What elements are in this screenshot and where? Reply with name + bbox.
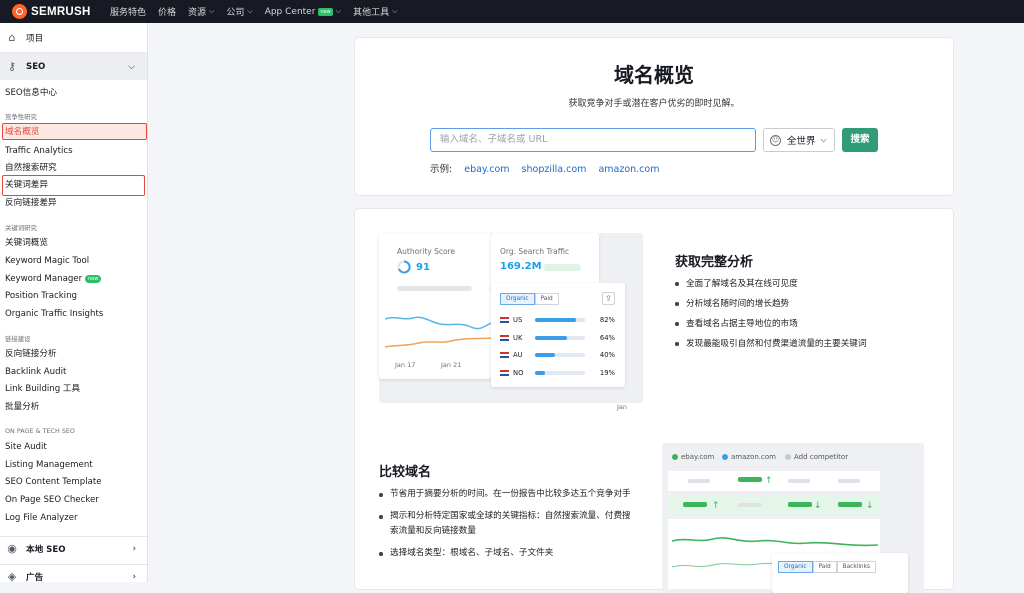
examples-row: 示例: ebay.com shopzilla.com amazon.com bbox=[430, 161, 659, 175]
key-icon: ⚷ bbox=[7, 59, 17, 73]
sidebar-item-listing-management[interactable]: Listing Management bbox=[0, 457, 147, 474]
chevron-right-icon: › bbox=[132, 571, 136, 582]
sidebar-item-domain-overview[interactable]: 域名概览 bbox=[2, 123, 147, 140]
country-row: AU 40% bbox=[500, 350, 618, 360]
sidebar-section-label: 关键词研究 bbox=[5, 224, 37, 232]
new-badge: new bbox=[85, 274, 102, 283]
megaphone-icon: ◈ bbox=[7, 569, 17, 582]
sidebar-item-backlink-gap[interactable]: 反向链接差异 bbox=[0, 195, 147, 212]
chevron-down-icon: ⌵ bbox=[392, 7, 398, 15]
sidebar-section-local-seo[interactable]: ◉ 本地 SEO › bbox=[0, 536, 147, 560]
sidebar-item-projects[interactable]: ⌂ 项目 bbox=[0, 23, 147, 53]
sidebar-item-log-file-analyzer[interactable]: Log File Analyzer bbox=[0, 510, 147, 527]
nav-item-app-center[interactable]: App Center new ⌵ bbox=[265, 7, 341, 17]
new-badge: new bbox=[318, 7, 333, 16]
sidebar-section-label: 竞争性研究 bbox=[5, 113, 37, 121]
search-button[interactable]: 搜索 bbox=[842, 128, 878, 152]
chevron-right-icon: › bbox=[132, 543, 136, 554]
sidebar-item-organic-traffic-insights[interactable]: Organic Traffic Insights bbox=[0, 306, 147, 323]
sidebar-item-keyword-magic-tool[interactable]: Keyword Magic Tool bbox=[0, 253, 147, 270]
region-select[interactable]: ☺ 全世界 ⌵ bbox=[763, 128, 835, 152]
legend-dot bbox=[785, 454, 791, 460]
country-row: NO 19% bbox=[500, 368, 618, 378]
export-icon[interactable]: ⇪ bbox=[602, 292, 615, 305]
nav-item-company[interactable]: 公司 ⌵ bbox=[226, 5, 252, 18]
sidebar-item-keyword-overview[interactable]: 关键词概览 bbox=[0, 235, 147, 252]
svg-text:↓: ↓ bbox=[814, 501, 822, 511]
example-link[interactable]: amazon.com bbox=[598, 164, 659, 175]
domain-search-input[interactable]: 输入域名、子域名或 URL bbox=[430, 128, 756, 152]
sidebar-section-label: ON PAGE & TECH SEO bbox=[5, 427, 75, 435]
legend-dot bbox=[722, 454, 728, 460]
svg-text:↑: ↑ bbox=[765, 476, 773, 486]
example-link[interactable]: shopzilla.com bbox=[522, 164, 587, 175]
sidebar-item-link-building[interactable]: Link Building 工具 bbox=[0, 381, 147, 398]
country-row: US 82% bbox=[500, 315, 618, 325]
svg-text:↑: ↑ bbox=[712, 501, 720, 511]
nav-item-resources[interactable]: 资源 ⌵ bbox=[188, 5, 214, 18]
sidebar-section-label: 链接建设 bbox=[5, 335, 31, 343]
sidebar-item-traffic-analytics[interactable]: Traffic Analytics bbox=[0, 143, 147, 160]
nav-item-pricing[interactable]: 价格 bbox=[158, 5, 176, 18]
nav-item-other-tools[interactable]: 其他工具 ⌵ bbox=[353, 5, 397, 18]
examples-label: 示例: bbox=[430, 164, 453, 175]
feature-bullet-list: 节省用于摘要分析的时间。在一份报告中比较多达五个竞争对手 揭示和分析特定国家或全… bbox=[379, 487, 637, 568]
sidebar-section-seo[interactable]: ⚷ SEO ⌵ bbox=[0, 53, 147, 80]
semrush-logo[interactable]: SEMRUSH bbox=[12, 4, 110, 19]
chevron-down-icon: ⌵ bbox=[128, 61, 135, 72]
sidebar-item-position-tracking[interactable]: Position Tracking bbox=[0, 288, 147, 305]
location-pin-icon: ◉ bbox=[7, 541, 17, 555]
sidebar-section-ads[interactable]: ◈ 广告 › bbox=[0, 564, 147, 582]
chevron-down-icon: ⌵ bbox=[209, 7, 215, 15]
features-card: Authority Score 91 Jan 17 Jan 21 Org. Se… bbox=[355, 209, 953, 593]
feature-heading-analysis: 获取完整分析 bbox=[675, 255, 754, 270]
tab-paid[interactable]: Paid bbox=[812, 561, 837, 573]
country-row: UK 64% bbox=[500, 333, 618, 343]
sidebar-item-backlink-audit[interactable]: Backlink Audit bbox=[0, 364, 147, 381]
feature-heading-compare: 比较域名 bbox=[379, 465, 432, 480]
tab-organic[interactable]: Organic bbox=[500, 293, 535, 305]
authority-panel: Authority Score 91 Jan 17 Jan 21 bbox=[379, 233, 498, 379]
globe-icon: ☺ bbox=[770, 134, 781, 146]
sidebar-item-seo-hub[interactable]: SEO信息中心 bbox=[0, 85, 147, 102]
domain-analysis-illustration: Authority Score 91 Jan 17 Jan 21 Org. Se… bbox=[379, 233, 643, 411]
sidebar-item-backlink-analytics[interactable]: 反向链接分析 bbox=[0, 346, 147, 363]
top-navigation: SEMRUSH 服务特色 价格 资源 ⌵ 公司 ⌵ App Center new ⌵ 其… bbox=[0, 0, 1024, 23]
feature-bullet-list: 全面了解域名及其在线可见度 分析域名随时间的增长趋势 查看域名占据主导地位的市场… bbox=[675, 274, 866, 354]
home-icon: ⌂ bbox=[8, 30, 16, 44]
page-subtitle: 获取竞争对手或潜在客户优劣的即时见解。 bbox=[568, 99, 740, 109]
sidebar-item-on-page-seo-checker[interactable]: On Page SEO Checker bbox=[0, 492, 147, 509]
compare-domains-illustration: ebay.com amazon.com Add competitor ↑ ↑ ↓ ↓… bbox=[662, 443, 924, 593]
authority-ring-icon bbox=[397, 260, 411, 274]
tab-backlinks[interactable]: Backlinks bbox=[836, 561, 876, 573]
tab-paid[interactable]: Paid bbox=[534, 293, 559, 305]
compare-tabs-panel: Organic Paid Backlinks bbox=[772, 553, 908, 593]
chevron-down-icon: ⌵ bbox=[335, 7, 342, 15]
tab-organic[interactable]: Organic bbox=[778, 561, 813, 573]
chevron-down-icon: ⌵ bbox=[820, 135, 827, 144]
nav-item-features[interactable]: 服务特色 bbox=[110, 5, 146, 18]
svg-text:↓: ↓ bbox=[866, 501, 874, 511]
sidebar-item-keyword-gap[interactable]: 关键词差异 bbox=[2, 175, 145, 196]
page-title: 域名概览 bbox=[614, 63, 694, 87]
sidebar: ⌂ 项目 ⚷ SEO ⌵ SEO信息中心 竞争性研究 域名概览 Traffic Ana… bbox=[0, 23, 148, 582]
domain-overview-search-card: 域名概览 获取竞争对手或潜在客户优劣的即时见解。 输入域名、子域名或 URL ☺… bbox=[355, 38, 953, 195]
sidebar-item-bulk-analysis[interactable]: 批量分析 bbox=[0, 399, 147, 416]
sidebar-item-keyword-manager[interactable]: Keyword Manager new bbox=[0, 271, 147, 288]
country-distribution-panel: Organic Paid ⇪ US 82% UK 64% AU 40% NO 19% bbox=[491, 283, 625, 387]
chevron-down-icon: ⌵ bbox=[247, 7, 253, 15]
sidebar-item-site-audit[interactable]: Site Audit bbox=[0, 439, 147, 456]
legend-dot bbox=[672, 454, 678, 460]
logo-icon bbox=[12, 4, 27, 19]
sidebar-item-seo-content-template[interactable]: SEO Content Template bbox=[0, 474, 147, 491]
example-link[interactable]: ebay.com bbox=[464, 164, 509, 175]
